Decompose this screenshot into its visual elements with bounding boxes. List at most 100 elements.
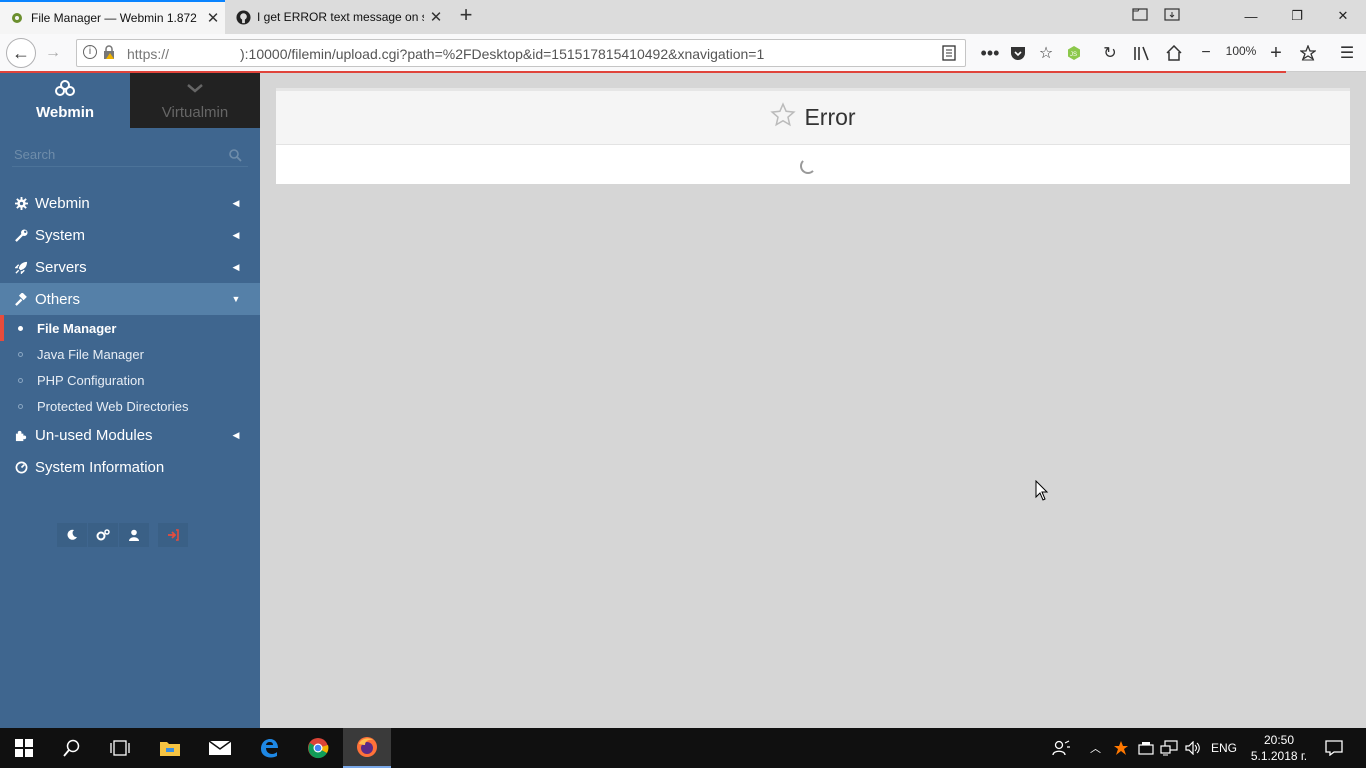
caret-left-icon: ◀ <box>232 197 240 208</box>
menu-item-label: Servers <box>35 258 87 276</box>
zoom-in-icon[interactable]: + <box>1263 40 1289 66</box>
mail-icon[interactable] <box>196 728 244 768</box>
gear-icon <box>14 196 28 210</box>
caret-left-icon: ◀ <box>232 261 240 272</box>
minimize-icon[interactable]: — <box>1228 0 1274 32</box>
close-window-icon[interactable]: ✕ <box>1320 0 1366 32</box>
wrench-icon <box>14 228 28 242</box>
download-star-icon[interactable] <box>1295 40 1321 66</box>
task-view-icon[interactable] <box>96 728 144 768</box>
menu-item-label: System Information <box>35 458 165 476</box>
system-clock[interactable]: 20:50 5.1.2018 г. <box>1248 732 1310 764</box>
browser-tab-bar: File Manager — Webmin 1.872 ✕ I get ERRO… <box>0 0 1366 34</box>
search-input[interactable]: Search <box>12 145 248 167</box>
error-panel: Error <box>276 88 1350 184</box>
close-tab-icon[interactable]: ✕ <box>424 8 448 26</box>
language-indicator[interactable]: ENG <box>1211 728 1237 768</box>
mouse-pointer-icon <box>1035 479 1049 502</box>
file-explorer-icon[interactable] <box>146 728 194 768</box>
close-tab-icon[interactable]: ✕ <box>201 9 225 27</box>
menu-item-webmin[interactable]: Webmin ◀ <box>0 187 260 219</box>
switch-virtualmin-button[interactable]: Virtualmin <box>130 73 260 128</box>
submenu-item-protected-web-directories[interactable]: Protected Web Directories <box>0 393 260 419</box>
firefox-browser-icon[interactable] <box>343 728 391 768</box>
submenu-item-label: PHP Configuration <box>37 372 145 388</box>
webmin-favicon-icon <box>9 10 25 26</box>
menu-item-servers[interactable]: Servers ◀ <box>0 251 260 283</box>
search-placeholder: Search <box>14 147 56 162</box>
save-folder-icon[interactable] <box>1164 7 1182 23</box>
clock-time: 20:50 <box>1263 733 1295 747</box>
tab-file-manager[interactable]: File Manager — Webmin 1.872 ✕ <box>0 0 225 34</box>
gavel-icon <box>14 292 28 306</box>
info-icon[interactable]: i <box>83 45 97 59</box>
show-hidden-icons-icon[interactable]: ︿ <box>1090 728 1101 768</box>
tab-github-issue[interactable]: I get ERROR text message on sc ✕ <box>226 0 448 34</box>
usb-device-icon[interactable] <box>1138 728 1154 768</box>
menu-item-label: Webmin <box>35 194 90 212</box>
forward-button[interactable]: → <box>40 40 66 66</box>
menu-item-label: Un-used Modules <box>35 426 153 444</box>
screenshot-folder-icon[interactable] <box>1132 7 1150 23</box>
bullet-icon <box>18 403 23 409</box>
edge-browser-icon[interactable] <box>245 728 293 768</box>
chrome-browser-icon[interactable] <box>294 728 342 768</box>
search-icon[interactable] <box>228 148 242 162</box>
zoom-out-icon[interactable]: − <box>1193 40 1219 66</box>
menu-item-system[interactable]: System ◀ <box>0 219 260 251</box>
submenu-item-file-manager[interactable]: File Manager <box>0 315 260 341</box>
menu-item-label: Others <box>35 290 81 308</box>
webmin-sidebar: Webmin Virtualmin Search Webmin ◀ System… <box>0 73 260 728</box>
moon-icon[interactable] <box>57 523 87 547</box>
submenu-item-label: Protected Web Directories <box>37 398 189 414</box>
user-icon[interactable] <box>119 523 149 547</box>
pocket-icon[interactable] <box>1005 40 1031 66</box>
bookmark-star-icon[interactable]: ☆ <box>1033 40 1059 66</box>
page-actions-icon[interactable]: ••• <box>977 40 1003 66</box>
back-button[interactable]: ← <box>6 38 36 68</box>
reader-view-icon[interactable] <box>936 40 962 66</box>
switch-webmin-button[interactable]: Webmin <box>0 73 130 128</box>
rocket-icon <box>14 260 28 274</box>
switch-virtualmin-label: Virtualmin <box>161 104 229 121</box>
url-text: ):10000/filemin/upload.cgi?path=%2FDeskt… <box>240 46 765 62</box>
hamburger-menu-icon[interactable]: ☰ <box>1334 40 1360 66</box>
zoom-level[interactable]: 100% <box>1222 44 1260 58</box>
submenu-item-java-file-manager[interactable]: Java File Manager <box>0 341 260 367</box>
panel-header: Error <box>276 91 1350 145</box>
volume-icon[interactable] <box>1185 728 1201 768</box>
cogs-icon[interactable] <box>88 523 118 547</box>
menu-item-unused-modules[interactable]: Un-used Modules ◀ <box>0 419 260 451</box>
sidebar-bottom-toolbar <box>57 523 189 549</box>
webmin-logo-icon <box>55 79 75 97</box>
favorite-star-icon[interactable] <box>770 102 797 133</box>
nodejs-extension-icon[interactable]: JS <box>1061 40 1087 66</box>
library-icon[interactable] <box>1129 40 1155 66</box>
people-icon[interactable] <box>1052 728 1070 768</box>
restore-icon[interactable]: ❐ <box>1274 0 1320 32</box>
loading-spinner-icon <box>800 158 816 174</box>
new-tab-button[interactable]: + <box>455 4 477 28</box>
bullet-icon <box>18 325 23 331</box>
reload-icon[interactable]: ↻ <box>1097 40 1123 66</box>
search-icon[interactable] <box>48 728 96 768</box>
home-icon[interactable] <box>1161 40 1187 66</box>
bullet-icon <box>18 351 23 357</box>
windows-start-icon[interactable] <box>0 728 48 768</box>
github-icon <box>235 9 251 25</box>
page-title: Error <box>804 104 856 130</box>
submenu-item-php-configuration[interactable]: PHP Configuration <box>0 367 260 393</box>
caret-left-icon: ◀ <box>232 429 240 440</box>
product-switcher: Webmin Virtualmin <box>0 73 260 128</box>
menu-item-system-information[interactable]: System Information <box>0 451 260 483</box>
svg-text:JS: JS <box>1070 52 1077 58</box>
caret-left-icon: ◀ <box>232 229 240 240</box>
avast-tray-icon[interactable] <box>1113 728 1129 768</box>
network-icon[interactable] <box>1160 728 1178 768</box>
logout-icon[interactable] <box>158 523 188 547</box>
action-center-icon[interactable] <box>1325 728 1343 768</box>
address-bar[interactable]: i https:// ):10000/filemin/upload.cgi?pa… <box>76 39 966 67</box>
submenu-item-label: File Manager <box>37 320 117 336</box>
menu-item-others[interactable]: Others ▼ <box>0 283 260 315</box>
windows-taskbar: ︿ ENG 20:50 5.1.2018 г. <box>0 728 1366 768</box>
